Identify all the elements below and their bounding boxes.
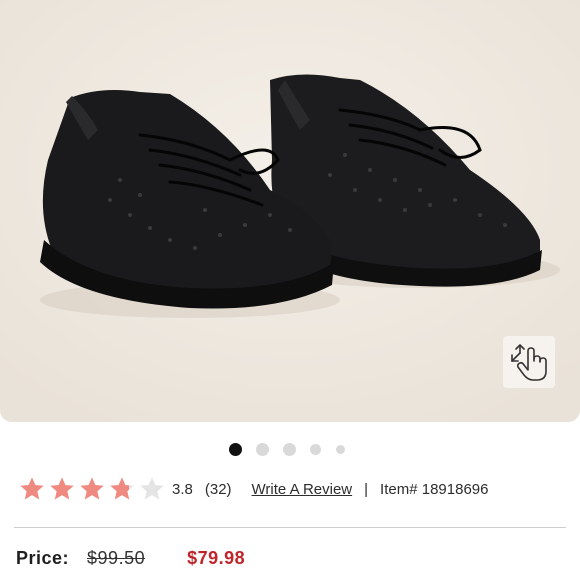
carousel-dot-1[interactable]: [229, 443, 242, 456]
sale-price: $79.98: [187, 548, 246, 568]
rating-stars[interactable]: [18, 475, 166, 503]
original-price: $99.50: [87, 548, 146, 568]
price-label: Price:: [16, 548, 70, 568]
carousel-dot-5[interactable]: [336, 445, 345, 454]
product-image-gallery[interactable]: [0, 0, 580, 422]
star-icon: [20, 477, 44, 500]
rating-value: 3.8: [172, 480, 193, 498]
review-count[interactable]: (32): [205, 481, 232, 498]
star-icon: [110, 477, 134, 500]
product-image: [0, 0, 580, 422]
write-review-link[interactable]: Write A Review: [252, 481, 353, 498]
carousel-dot-2[interactable]: [256, 443, 269, 456]
star-icon: [80, 477, 104, 500]
rating-row: 3.8 (32) Write A Review | Item# 18918696: [18, 472, 488, 506]
carousel-dot-3[interactable]: [283, 443, 296, 456]
star-icon: [50, 477, 74, 500]
item-number: Item# 18918696: [380, 480, 489, 498]
carousel-dot-4[interactable]: [310, 444, 321, 455]
price-row: Price: $99.50 $79.98: [16, 548, 245, 569]
separator: |: [364, 480, 369, 498]
star-icon: [140, 477, 164, 500]
carousel-pagination: [0, 443, 580, 457]
zoom-button[interactable]: [503, 336, 555, 388]
zoom-expand-hand-icon: [511, 344, 547, 381]
divider: [14, 527, 566, 528]
